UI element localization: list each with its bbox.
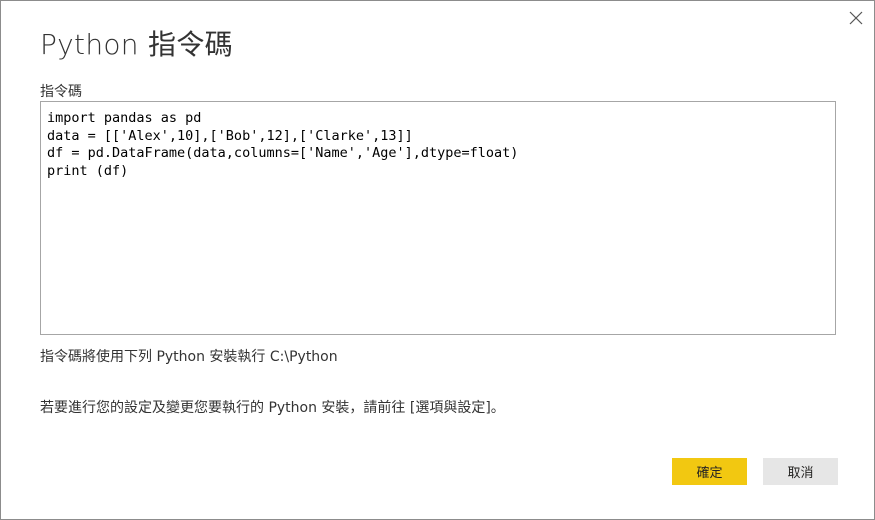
settings-hint: 若要進行您的設定及變更您要執行的 Python 安裝，請前往 [選項與設定]。 bbox=[40, 400, 505, 416]
script-editor[interactable] bbox=[40, 101, 836, 335]
python-install-info: 指令碼將使用下列 Python 安裝執行 C:\Python bbox=[40, 349, 338, 365]
ok-button[interactable]: 確定 bbox=[672, 458, 747, 485]
python-script-dialog: Python 指令碼 指令碼 指令碼將使用下列 Python 安裝執行 C:\P… bbox=[0, 0, 875, 520]
close-button[interactable] bbox=[846, 8, 866, 28]
cancel-button[interactable]: 取消 bbox=[763, 458, 838, 485]
dialog-title: Python 指令碼 bbox=[40, 28, 233, 61]
script-label: 指令碼 bbox=[40, 84, 82, 100]
close-icon[interactable] bbox=[846, 8, 866, 28]
